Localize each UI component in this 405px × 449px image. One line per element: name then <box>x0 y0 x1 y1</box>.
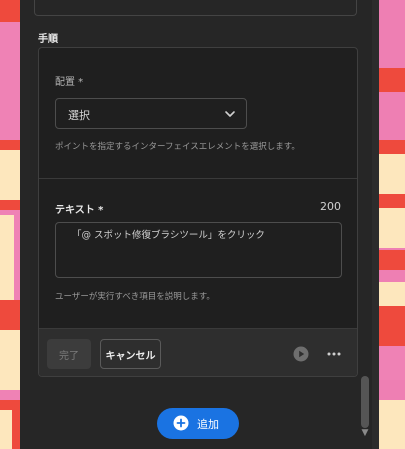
section-divider <box>39 178 357 179</box>
card-footer: 完了 キャンセル <box>39 328 357 376</box>
placement-label: 配置 * <box>55 77 84 88</box>
placement-select[interactable]: 選択 <box>55 98 247 129</box>
background-left-strip <box>0 0 20 449</box>
add-button-label: 追加 <box>197 418 219 431</box>
plus-circle-icon <box>173 415 189 431</box>
character-count: 200 <box>320 200 341 213</box>
step-editor-card: 配置 * 選択 ポイントを指定するインターフェイスエレメントを選択します。 テキ… <box>38 47 358 377</box>
scrollbar-track[interactable] <box>372 0 379 449</box>
text-helper-text: ユーザーが実行すべき項目を説明します。 <box>55 292 215 302</box>
background-right-strip <box>379 0 405 449</box>
chevron-down-icon <box>225 111 235 117</box>
scrollbar-thumb[interactable] <box>361 376 369 428</box>
text-field-label: テキスト * <box>55 205 104 216</box>
previous-card-edge <box>34 0 357 16</box>
cancel-button[interactable]: キャンセル <box>100 339 161 369</box>
steps-heading: 手順 <box>38 34 58 45</box>
play-circle-icon[interactable] <box>293 346 309 362</box>
done-button[interactable]: 完了 <box>47 339 91 369</box>
placement-helper-text: ポイントを指定するインターフェイスエレメントを選択します。 <box>55 142 300 152</box>
step-text-input[interactable]: 「@ スポット修復ブラシツール」をクリック <box>55 222 342 278</box>
placement-select-value: 選択 <box>68 109 90 122</box>
scroll-down-arrow-icon[interactable]: ▼ <box>359 428 371 438</box>
more-horizontal-icon[interactable] <box>326 346 342 362</box>
add-step-button[interactable]: 追加 <box>157 408 239 439</box>
